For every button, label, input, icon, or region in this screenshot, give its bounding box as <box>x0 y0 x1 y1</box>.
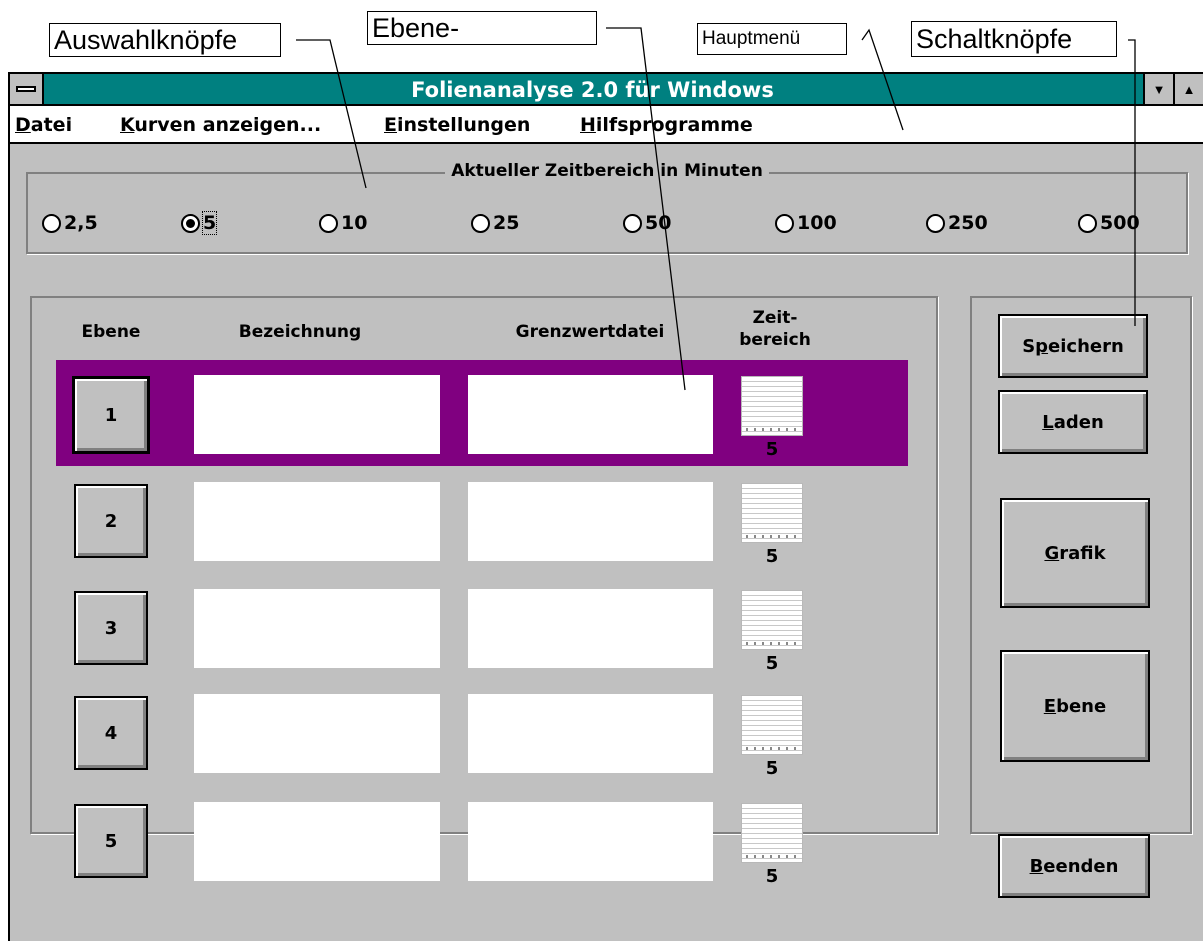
bezeichnung-field-3[interactable] <box>194 589 440 668</box>
app-window: Folienanalyse 2.0 für Windows ▼ ▲ Datei … <box>8 72 1203 941</box>
radio-500[interactable]: 500 <box>1078 210 1140 236</box>
laden-button[interactable]: Laden <box>998 390 1148 454</box>
radio-label: 2,5 <box>64 212 98 234</box>
zeitbereich-value-1: 5 <box>765 439 779 460</box>
button-label: Laden <box>1042 411 1104 433</box>
beenden-button[interactable]: Beenden <box>998 834 1150 898</box>
radio-250[interactable]: 250 <box>926 210 988 236</box>
menu-kurven-anzeigen[interactable]: Kurven anzeigen... <box>120 112 321 138</box>
header-zeitbereich-2: bereich <box>739 330 811 350</box>
zeitbereich-value-3: 5 <box>765 653 779 674</box>
zeitbereich-spinner-3[interactable] <box>741 590 803 650</box>
bezeichnung-field-4[interactable] <box>194 694 440 773</box>
radio-circle-icon <box>42 213 61 233</box>
menu-label: urven anzeigen... <box>134 114 322 136</box>
menu-mnemonic: K <box>120 114 135 136</box>
zeitbereich-spinner-4[interactable] <box>741 695 803 755</box>
window-title: Folienanalyse 2.0 für Windows <box>411 78 774 102</box>
radio-2-5[interactable]: 2,5 <box>42 210 98 236</box>
main-menu: Datei Kurven anzeigen... Einstellungen H… <box>10 106 1203 144</box>
menu-label: atei <box>30 114 73 136</box>
menu-label: instellungen <box>396 114 531 136</box>
speichern-button[interactable]: Speichern <box>998 314 1148 378</box>
zeitbereich-group: Aktueller Zeitbereich in Minuten 2,5 5 1… <box>26 161 1188 254</box>
radio-100[interactable]: 100 <box>775 210 837 236</box>
grenzwertdatei-field-2[interactable] <box>468 482 713 561</box>
ebene-button-1[interactable]: 1 <box>72 376 150 454</box>
ebene-button-3[interactable]: 3 <box>74 591 148 665</box>
bezeichnung-field-2[interactable] <box>194 482 440 561</box>
minimize-icon: ▼ <box>1152 81 1166 97</box>
menu-label: ilfsprogramme <box>595 114 753 136</box>
ebene-number: 1 <box>104 404 118 426</box>
radio-10[interactable]: 10 <box>319 210 367 236</box>
radio-label: 250 <box>948 212 988 234</box>
bezeichnung-field-5[interactable] <box>194 802 440 881</box>
zeitbereich-value-5: 5 <box>765 866 779 887</box>
menu-hilfsprogramme[interactable]: Hilfsprogramme <box>580 112 753 138</box>
menu-datei[interactable]: Datei <box>15 112 72 138</box>
radio-circle-icon <box>471 213 490 233</box>
grenzwertdatei-field-5[interactable] <box>468 802 713 881</box>
button-label: Ebene <box>1043 695 1107 717</box>
zeitbereich-value-4: 5 <box>765 758 779 779</box>
ebene-number: 2 <box>104 510 118 532</box>
button-label: Grafik <box>1044 542 1106 564</box>
zeitbereich-spinner-2[interactable] <box>741 483 803 543</box>
radio-circle-icon <box>1078 213 1097 233</box>
radio-5[interactable]: 5 <box>181 210 218 236</box>
radio-circle-icon <box>319 213 338 233</box>
button-label: Speichern <box>1022 335 1124 357</box>
radio-circle-checked-icon <box>181 213 200 233</box>
system-menu-icon <box>16 86 36 92</box>
ebene-button-5[interactable]: 5 <box>74 804 148 878</box>
annotation-ebene: Ebene- <box>367 11 597 45</box>
ebene-button-2[interactable]: 2 <box>74 484 148 558</box>
header-ebene: Ebene <box>81 322 141 342</box>
button-label: Beenden <box>1029 855 1119 877</box>
header-bezeichnung: Bezeichnung <box>238 322 362 342</box>
ebene-number: 4 <box>104 722 118 744</box>
radio-label: 10 <box>341 212 368 234</box>
zeitbereich-value-2: 5 <box>765 546 779 567</box>
ebene-number: 5 <box>104 830 118 852</box>
bezeichnung-field-1[interactable] <box>194 375 440 454</box>
header-zeitbereich-1: Zeit- <box>752 308 798 328</box>
menu-mnemonic: E <box>384 114 397 136</box>
ebene-action-button[interactable]: Ebene <box>1000 650 1150 762</box>
grenzwertdatei-field-3[interactable] <box>468 589 713 668</box>
zeitbereich-spinner-1[interactable] <box>741 376 803 436</box>
grafik-button[interactable]: Grafik <box>1000 498 1150 608</box>
radio-label: 25 <box>493 212 520 234</box>
menu-mnemonic: H <box>580 114 596 136</box>
grenzwertdatei-field-4[interactable] <box>468 694 713 773</box>
radio-circle-icon <box>623 213 642 233</box>
menu-einstellungen[interactable]: Einstellungen <box>384 112 530 138</box>
header-grenzwertdatei: Grenzwertdatei <box>515 322 665 342</box>
annotation-schaltknoepfe: Schaltknöpfe <box>911 21 1117 57</box>
radio-label: 50 <box>645 212 672 234</box>
minimize-button[interactable]: ▼ <box>1143 74 1173 104</box>
radio-label: 100 <box>797 212 837 234</box>
maximize-icon: ▲ <box>1182 81 1196 97</box>
radio-label: 5 <box>201 211 218 235</box>
annotation-hauptmenue: Hauptmenü <box>697 23 847 55</box>
system-menu-button[interactable] <box>10 74 44 104</box>
radio-25[interactable]: 25 <box>471 210 519 236</box>
zeitbereich-legend: Aktueller Zeitbereich in Minuten <box>445 161 769 181</box>
radio-circle-icon <box>775 213 794 233</box>
radio-circle-icon <box>926 213 945 233</box>
radio-label: 500 <box>1100 212 1140 234</box>
grenzwertdatei-field-1[interactable] <box>468 375 713 454</box>
maximize-button[interactable]: ▲ <box>1173 74 1203 104</box>
radio-50[interactable]: 50 <box>623 210 671 236</box>
title-bar: Folienanalyse 2.0 für Windows ▼ ▲ <box>10 74 1203 106</box>
menu-mnemonic: D <box>15 114 31 136</box>
annotation-auswahlknoepfe: Auswahlknöpfe <box>49 23 281 57</box>
zeitbereich-spinner-5[interactable] <box>741 803 803 863</box>
ebene-number: 3 <box>104 617 118 639</box>
ebene-button-4[interactable]: 4 <box>74 696 148 770</box>
